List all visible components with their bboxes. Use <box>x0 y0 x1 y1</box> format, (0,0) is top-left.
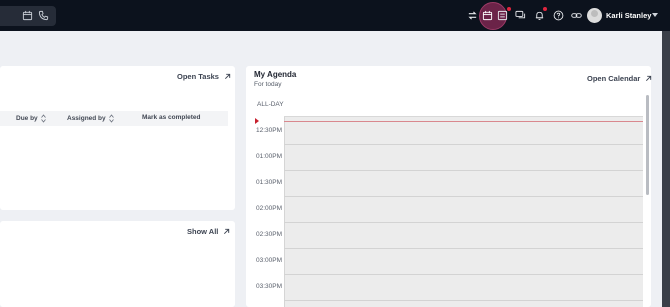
grid-line <box>284 144 643 145</box>
open-calendar-link[interactable]: Open Calendar <box>587 74 652 83</box>
time-slot-label: 01:00PM <box>256 153 283 160</box>
time-slot-label: 01:30PM <box>256 179 283 186</box>
avatar[interactable] <box>587 8 602 23</box>
link-icon[interactable] <box>571 10 582 21</box>
open-calendar-label: Open Calendar <box>587 74 641 83</box>
grid-line <box>284 248 643 249</box>
transfer-icon[interactable] <box>467 10 478 21</box>
arrow-up-right-icon <box>224 228 230 235</box>
grid-line <box>284 170 643 171</box>
calendar-icon[interactable] <box>22 10 33 21</box>
assigned-by-label: Assigned by <box>67 115 106 122</box>
time-slot-label: 03:00PM <box>256 257 283 264</box>
agenda-title: My Agenda <box>254 70 297 79</box>
all-day-row[interactable] <box>284 92 643 117</box>
quick-tools <box>0 6 56 26</box>
user-name[interactable]: Karli Stanley <box>606 11 651 20</box>
time-slot-label: 02:30PM <box>256 231 283 238</box>
calendar-icon[interactable] <box>482 10 493 21</box>
all-day-label: ALL-DAY <box>257 101 284 108</box>
due-by-column-header[interactable]: Due by <box>16 114 46 123</box>
mark-completed-label: Mark as completed <box>142 114 201 121</box>
time-slot-label: 03:30PM <box>256 283 283 290</box>
phone-icon[interactable] <box>38 10 49 21</box>
grid-line <box>284 300 643 301</box>
chevron-down-icon[interactable] <box>652 13 658 17</box>
show-all-label: Show All <box>187 227 219 236</box>
grid-line <box>284 196 643 197</box>
chat-icon[interactable] <box>515 10 526 21</box>
open-tasks-label: Open Tasks <box>177 72 219 81</box>
agenda-scrollbar[interactable] <box>646 95 649 195</box>
current-time-line <box>284 121 643 122</box>
current-time-marker <box>255 118 259 124</box>
arrow-up-right-icon <box>646 75 652 82</box>
tasks-card <box>0 66 235 210</box>
agenda-subtitle: For today <box>254 81 282 88</box>
sort-icon <box>40 114 46 123</box>
list-icon[interactable] <box>497 10 508 21</box>
notification-dot <box>543 7 547 11</box>
top-bar: Karli Stanley <box>0 0 670 31</box>
help-icon[interactable] <box>553 10 564 21</box>
arrow-up-right-icon <box>224 73 231 80</box>
time-slot-label: 12:30PM <box>256 127 283 134</box>
time-slot-label: 02:00PM <box>256 205 283 212</box>
grid-line <box>284 274 643 275</box>
open-tasks-link[interactable]: Open Tasks <box>177 72 231 81</box>
bell-icon[interactable] <box>534 10 545 21</box>
grid-line <box>284 222 643 223</box>
due-by-label: Due by <box>16 115 38 122</box>
show-all-link[interactable]: Show All <box>187 227 230 236</box>
mark-completed-column-header: Mark as completed <box>142 114 201 121</box>
window-edge <box>662 31 670 307</box>
sort-icon <box>108 114 114 123</box>
assigned-by-column-header[interactable]: Assigned by <box>67 114 114 123</box>
